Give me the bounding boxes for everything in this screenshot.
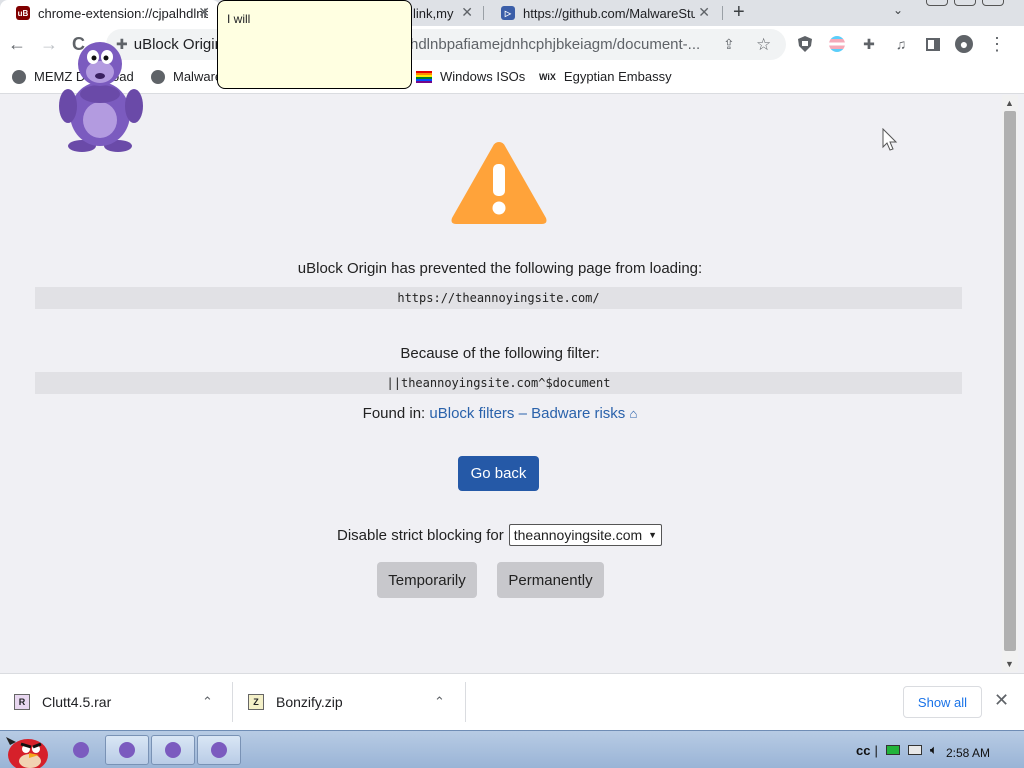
side-panel-icon[interactable]	[924, 35, 942, 53]
download-filename: Bonzify.zip	[276, 694, 343, 710]
taskbar: cc | 🔈︎ 2:58 AM	[0, 730, 1024, 768]
blocked-url: https://theannoyingsite.com/	[35, 287, 962, 309]
minimize-window-button[interactable]	[926, 0, 948, 6]
taskbar-clock[interactable]: 2:58 AM	[946, 746, 990, 760]
download-separator	[465, 682, 466, 722]
tab-ublock-blocked[interactable]: uB chrome-extension://cjpalhdlnbpafiamej…	[0, 0, 220, 26]
download-item[interactable]: R Clutt4.5.rar ⌃	[14, 674, 230, 730]
scroll-down-icon[interactable]: ▼	[1005, 659, 1014, 669]
go-back-button[interactable]: Go back	[458, 456, 539, 491]
domain-select[interactable]: theannoyingsite.com ▼	[508, 524, 663, 546]
download-shelf: R Clutt4.5.rar ⌃ Z Bonzify.zip ⌃ Show al…	[0, 673, 1024, 730]
bookmarks-bar: MEMZ Download Malware Windows ISOs WiX E…	[0, 64, 1024, 94]
browser-menu-icon[interactable]: ⋮	[988, 34, 1006, 54]
ublock-favicon-icon: uB	[16, 6, 30, 20]
tray-divider: |	[874, 742, 878, 758]
tab-close-icon[interactable]: ✕	[198, 4, 210, 21]
globe-icon	[12, 69, 26, 84]
warning-triangle-icon	[451, 142, 547, 224]
tab-github[interactable]: ▷ https://github.com/MalwareStudio ✕	[485, 0, 720, 26]
closed-captions-icon[interactable]: cc	[856, 743, 870, 758]
download-filename: Clutt4.5.rar	[42, 694, 112, 710]
tab-search-button[interactable]: ⌄	[893, 3, 903, 17]
site-name: uBlock Origin	[133, 36, 223, 53]
tab-separator	[722, 6, 723, 20]
disable-label: Disable strict blocking for	[337, 526, 504, 544]
system-tray: cc | 🔈︎	[850, 731, 938, 768]
extensions-puzzle-icon[interactable]: ✚	[860, 35, 878, 53]
tab-title: link,my	[413, 5, 454, 21]
bookmark-star-icon[interactable]: ☆	[756, 35, 771, 55]
tab-strip: uB chrome-extension://cjpalhdlnbpafiamej…	[0, 0, 1024, 26]
tab-link[interactable]: link,my ✕	[405, 0, 483, 26]
domain-select-value: theannoyingsite.com	[513, 527, 643, 543]
trans-flag-extension-icon[interactable]	[828, 35, 846, 53]
back-button[interactable]: ←	[8, 34, 26, 55]
tab-title: https://github.com/MalwareStudio	[523, 5, 695, 21]
mouse-cursor-icon	[882, 128, 898, 151]
taskbar-bonzi-button[interactable]	[59, 735, 103, 765]
close-window-button[interactable]	[982, 0, 1004, 6]
share-icon[interactable]: ⇪	[723, 36, 735, 53]
new-tab-button[interactable]: +	[733, 1, 745, 24]
zip-file-icon: Z	[248, 694, 264, 710]
rainbow-flag-icon	[416, 70, 432, 83]
tab-separator	[483, 6, 484, 20]
bookmark-windows-isos[interactable]: Windows ISOs	[416, 69, 525, 84]
temporarily-button[interactable]: Temporarily	[377, 562, 477, 598]
ublock-extension-icon[interactable]	[796, 35, 814, 53]
bonzi-buddy-character[interactable]	[58, 38, 144, 154]
found-in-label: Found in:	[362, 405, 426, 422]
rar-file-icon: R	[14, 694, 30, 710]
found-in-line: Found in: uBlock filters – Badware risks…	[0, 405, 1000, 422]
close-download-shelf-icon[interactable]: ✕	[994, 690, 1009, 711]
page-scrollbar[interactable]: ▲ ▼	[1002, 95, 1018, 672]
bookmark-label: Malware	[173, 69, 223, 84]
disable-strict-blocking: Disable strict blocking for theannoyings…	[337, 524, 663, 546]
filter-text: ||theannoyingsite.com^$document	[35, 372, 962, 394]
network-icon[interactable]	[907, 745, 922, 755]
url-text[interactable]: hdlnbpafiamejdnhcphjbkeiagm/document-...	[410, 36, 700, 53]
battery-icon[interactable]	[885, 745, 900, 755]
prevented-message: uBlock Origin has prevented the followin…	[297, 260, 703, 277]
wix-icon: WiX	[539, 71, 556, 82]
tab-title: chrome-extension://cjpalhdlnbpafiamejdnh…	[38, 5, 208, 21]
scrollbar-thumb[interactable]	[1004, 111, 1016, 651]
bookmark-label: Egyptian Embassy	[563, 69, 672, 84]
profile-avatar-icon[interactable]: ●	[955, 35, 973, 53]
volume-icon[interactable]: 🔈︎	[930, 742, 938, 758]
permanently-button[interactable]: Permanently	[497, 562, 604, 598]
tab-close-icon[interactable]: ✕	[461, 4, 473, 21]
download-item[interactable]: Z Bonzify.zip ⌃	[248, 674, 464, 730]
bookmark-label: Windows ISOs	[440, 69, 526, 84]
filter-list-link[interactable]: uBlock filters – Badware risks	[429, 405, 625, 422]
bookmark-egyptian-embassy[interactable]: WiX Egyptian Embassy	[539, 69, 672, 84]
taskbar-bonzi-button[interactable]	[105, 735, 149, 765]
taskbar-bonzi-button[interactable]	[151, 735, 195, 765]
chevron-up-icon[interactable]: ⌃	[202, 694, 213, 710]
home-icon[interactable]: ⌂	[629, 406, 637, 421]
speech-bubble-text: I will	[227, 12, 251, 26]
filter-heading: Because of the following filter:	[400, 345, 600, 362]
forward-button[interactable]: →	[40, 34, 58, 55]
media-control-icon[interactable]: ♫	[892, 35, 910, 53]
globe-icon	[151, 69, 165, 84]
speech-bubble: I will	[217, 0, 412, 89]
scroll-up-icon[interactable]: ▲	[1005, 98, 1014, 108]
chevron-down-icon: ▼	[648, 530, 658, 540]
tab-close-icon[interactable]: ✕	[698, 4, 710, 21]
blocked-page: uBlock Origin has prevented the followin…	[0, 95, 1002, 672]
chevron-up-icon[interactable]: ⌃	[434, 694, 445, 710]
taskbar-bonzi-button[interactable]	[197, 735, 241, 765]
download-separator	[232, 682, 233, 722]
address-bar[interactable]: ✚ uBlock Origin hdlnbpafiamejdnhcphjbkei…	[106, 29, 786, 60]
start-button-angry-bird-icon[interactable]	[4, 731, 50, 768]
show-all-button[interactable]: Show all	[903, 686, 982, 718]
browser-toolbar: ← → C ✚ uBlock Origin hdlnbpafiamejdnhcp…	[0, 26, 1024, 64]
bookmark-malware[interactable]: Malware	[151, 69, 222, 84]
github-favicon-icon: ▷	[501, 6, 515, 20]
maximize-window-button[interactable]	[954, 0, 976, 6]
